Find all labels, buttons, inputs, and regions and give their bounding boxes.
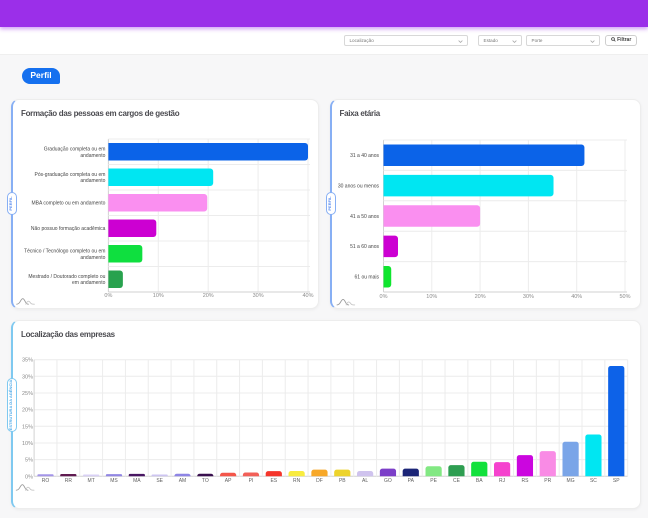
svg-text:RS: RS bbox=[521, 478, 529, 484]
svg-text:SE: SE bbox=[156, 478, 163, 484]
svg-text:41 a 50 anos: 41 a 50 anos bbox=[350, 214, 379, 220]
svg-text:30%: 30% bbox=[22, 374, 33, 380]
svg-text:RJ: RJ bbox=[499, 478, 506, 484]
svg-text:20%: 20% bbox=[474, 294, 485, 300]
svg-text:40%: 40% bbox=[302, 293, 313, 299]
svg-text:ESTRUTURA DA AGÊNCIA: ESTRUTURA DA AGÊNCIA bbox=[8, 380, 13, 431]
svg-text:MS: MS bbox=[110, 478, 118, 484]
svg-text:TO: TO bbox=[202, 478, 209, 484]
svg-text:RN: RN bbox=[293, 478, 301, 484]
svg-text:PB: PB bbox=[339, 478, 346, 484]
svg-text:MBA completo ou em andamento: MBA completo ou em andamento bbox=[31, 201, 105, 207]
svg-text:SP: SP bbox=[613, 478, 620, 484]
svg-text:0%: 0% bbox=[25, 474, 33, 480]
svg-text:MG: MG bbox=[567, 478, 575, 484]
svg-text:PI: PI bbox=[249, 478, 254, 484]
svg-text:PR: PR bbox=[544, 478, 551, 484]
svg-text:andamento: andamento bbox=[80, 153, 105, 159]
svg-text:DF: DF bbox=[316, 478, 323, 484]
svg-text:30 anos ou menos: 30 anos ou menos bbox=[337, 183, 379, 189]
svg-text:PE: PE bbox=[430, 478, 437, 484]
svg-text:RR: RR bbox=[65, 478, 73, 484]
svg-text:RO: RO bbox=[42, 478, 50, 484]
svg-text:35%: 35% bbox=[22, 358, 33, 364]
svg-text:50%: 50% bbox=[619, 294, 630, 300]
svg-text:15%: 15% bbox=[22, 424, 33, 430]
svg-text:andamento: andamento bbox=[80, 255, 105, 261]
svg-text:40%: 40% bbox=[571, 294, 582, 300]
svg-text:CE: CE bbox=[453, 478, 461, 484]
svg-text:0%: 0% bbox=[379, 294, 387, 300]
svg-text:ES: ES bbox=[270, 478, 277, 484]
svg-text:20%: 20% bbox=[22, 408, 33, 414]
svg-text:10%: 10% bbox=[22, 441, 33, 447]
svg-text:Não possuo formação acadêmica: Não possuo formação acadêmica bbox=[31, 226, 106, 232]
svg-text:em andamento: em andamento bbox=[72, 280, 106, 286]
svg-text:GO: GO bbox=[384, 478, 392, 484]
svg-text:51 a 60 anos: 51 a 60 anos bbox=[350, 244, 379, 250]
svg-text:AM: AM bbox=[179, 478, 187, 484]
svg-text:MT: MT bbox=[88, 478, 95, 484]
svg-text:31 a 40 anos: 31 a 40 anos bbox=[350, 153, 379, 159]
svg-text:Pós-graduação completa ou em: Pós-graduação completa ou em bbox=[35, 172, 106, 178]
svg-text:PERFIL: PERFIL bbox=[8, 195, 13, 210]
svg-text:Mestrado / Doutorado completo: Mestrado / Doutorado completo ou bbox=[28, 274, 105, 280]
svg-text:Graduação completa ou em: Graduação completa ou em bbox=[44, 147, 106, 153]
svg-text:30%: 30% bbox=[522, 294, 533, 300]
svg-text:AP: AP bbox=[225, 478, 232, 484]
svg-text:5%: 5% bbox=[25, 458, 33, 464]
svg-text:61 ou mais: 61 ou mais bbox=[354, 275, 379, 281]
svg-text:10%: 10% bbox=[426, 294, 437, 300]
svg-text:SC: SC bbox=[590, 478, 597, 484]
svg-text:Técnico / Tecnólogo completo o: Técnico / Tecnólogo completo ou em bbox=[24, 248, 105, 254]
svg-text:MA: MA bbox=[133, 478, 141, 484]
svg-text:10%: 10% bbox=[153, 293, 164, 299]
svg-text:25%: 25% bbox=[22, 391, 33, 397]
svg-text:AL: AL bbox=[362, 478, 368, 484]
svg-text:andamento: andamento bbox=[80, 178, 105, 184]
svg-text:BA: BA bbox=[476, 478, 483, 484]
svg-text:30%: 30% bbox=[253, 293, 264, 299]
svg-text:20%: 20% bbox=[203, 293, 214, 299]
svg-text:PA: PA bbox=[408, 478, 415, 484]
svg-text:0%: 0% bbox=[104, 293, 112, 299]
svg-text:PERFIL: PERFIL bbox=[327, 195, 332, 210]
